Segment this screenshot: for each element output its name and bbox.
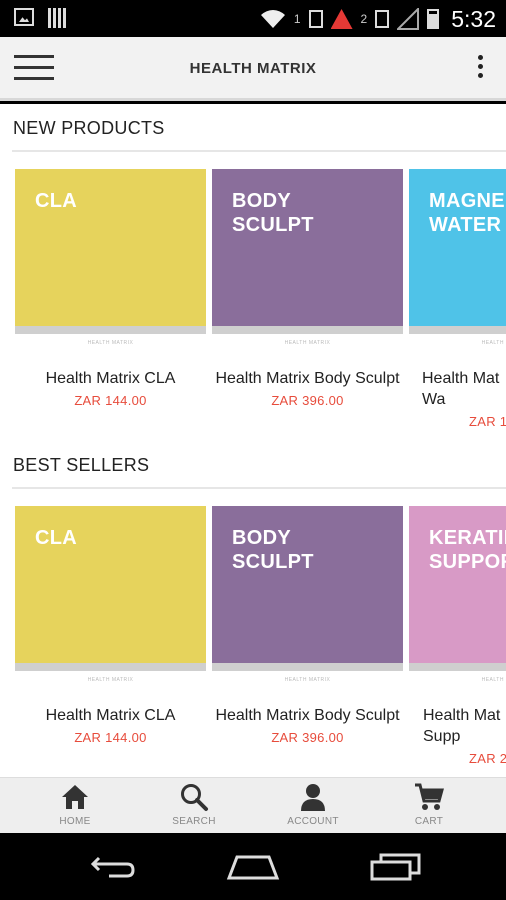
section-title-best-sellers: BEST SELLERS <box>13 455 150 475</box>
divider <box>12 487 506 489</box>
divider <box>12 150 506 152</box>
product-name[interactable]: Health Matrix Body Sculpt <box>212 368 403 389</box>
product-name[interactable]: Health Matrix CLA <box>15 368 206 389</box>
product-price: ZAR 144.00 <box>74 393 147 408</box>
product-card[interactable]: MAGNE WATER HEALTH MATRIX Health Mat Wa … <box>409 169 506 429</box>
product-name[interactable]: Health Matrix Body Sculpt <box>212 705 403 726</box>
nav-search-label: SEARCH <box>172 816 216 827</box>
wifi-icon <box>260 10 285 28</box>
product-card[interactable]: BODY SCULPT HEALTH MATRIX Health Matrix … <box>212 169 403 408</box>
product-card[interactable]: CLA HEALTH MATRIX Health Matrix CLA ZAR … <box>15 169 206 408</box>
recents-button[interactable] <box>365 851 425 883</box>
app-bar: HEALTH MATRIX <box>0 37 506 101</box>
clock: 5:32 <box>451 5 496 32</box>
product-card[interactable]: BODY SCULPT HEALTH MATRIX Health Matrix … <box>212 506 403 745</box>
app-title: HEALTH MATRIX <box>189 60 317 77</box>
section-title-new-products: NEW PRODUCTS <box>13 118 165 138</box>
tile-brand: HEALTH MATRIX <box>284 677 331 683</box>
account-icon <box>301 784 325 811</box>
battery-icon <box>427 9 440 29</box>
back-button[interactable] <box>83 851 143 883</box>
search-icon <box>181 784 208 811</box>
product-image[interactable]: CLA <box>15 506 206 663</box>
back-icon <box>90 856 135 878</box>
tile-brand: HEALTH MATRIX <box>481 340 506 346</box>
nav-home[interactable]: HOME <box>30 782 120 827</box>
tile-brand: HEALTH MATRIX <box>87 340 134 346</box>
product-price: ZAR 396.00 <box>271 393 344 408</box>
product-card[interactable]: KERATIN SUPPOR HEALTH MATRIX Health Mat … <box>409 506 506 766</box>
nav-home-label: HOME <box>59 816 91 827</box>
product-price: ZAR 1 <box>469 414 506 429</box>
home-outline-icon <box>226 855 280 880</box>
nav-search[interactable]: SEARCH <box>149 782 239 827</box>
sim2-label: 2 <box>360 12 368 26</box>
sim1-label: 1 <box>293 12 301 26</box>
barcode-icon <box>48 8 66 28</box>
product-image[interactable]: BODY SCULPT <box>212 506 403 663</box>
product-image[interactable]: MAGNE WATER <box>409 169 506 326</box>
sim-icon <box>375 10 390 28</box>
signal-icon <box>397 8 420 30</box>
status-bar: 1 2 5:32 <box>0 0 506 37</box>
home-icon <box>62 785 88 809</box>
nav-cart-label: CART <box>414 816 444 827</box>
new-products-row[interactable]: CLA HEALTH MATRIX Health Matrix CLA ZAR … <box>15 169 506 439</box>
sim-icon <box>308 10 323 28</box>
nav-cart[interactable]: CART <box>384 782 474 827</box>
image-icon <box>14 8 34 26</box>
product-image[interactable]: KERATIN SUPPOR <box>409 506 506 663</box>
product-name[interactable]: Health Mat Supp <box>409 705 506 747</box>
tile-brand: HEALTH MATRIX <box>284 340 331 346</box>
product-name[interactable]: Health Matrix CLA <box>15 705 206 726</box>
tile-brand: HEALTH MATRIX <box>481 677 506 683</box>
system-nav-bar <box>0 833 506 900</box>
nav-account-label: ACCOUNT <box>287 816 339 827</box>
product-price: ZAR 144.00 <box>74 730 147 745</box>
cart-icon <box>415 783 444 810</box>
product-price: ZAR 396.00 <box>271 730 344 745</box>
product-image[interactable]: CLA <box>15 169 206 326</box>
home-button[interactable] <box>223 851 283 883</box>
overflow-menu-icon[interactable] <box>478 55 484 81</box>
product-name[interactable]: Health Mat Wa <box>409 368 506 410</box>
best-sellers-row[interactable]: CLA HEALTH MATRIX Health Matrix CLA ZAR … <box>15 506 506 776</box>
recents-icon <box>370 853 421 881</box>
product-price: ZAR 2 <box>469 751 506 766</box>
tile-brand: HEALTH MATRIX <box>87 677 134 683</box>
nav-account[interactable]: ACCOUNT <box>268 782 358 827</box>
alert-icon <box>330 9 353 29</box>
product-feed[interactable]: NEW PRODUCTS CLA HEALTH MATRIX Health Ma… <box>0 104 506 777</box>
product-image[interactable]: BODY SCULPT <box>212 169 403 326</box>
product-card[interactable]: CLA HEALTH MATRIX Health Matrix CLA ZAR … <box>15 506 206 745</box>
bottom-nav: HOME SEARCH ACCOUNT CART <box>0 777 506 833</box>
